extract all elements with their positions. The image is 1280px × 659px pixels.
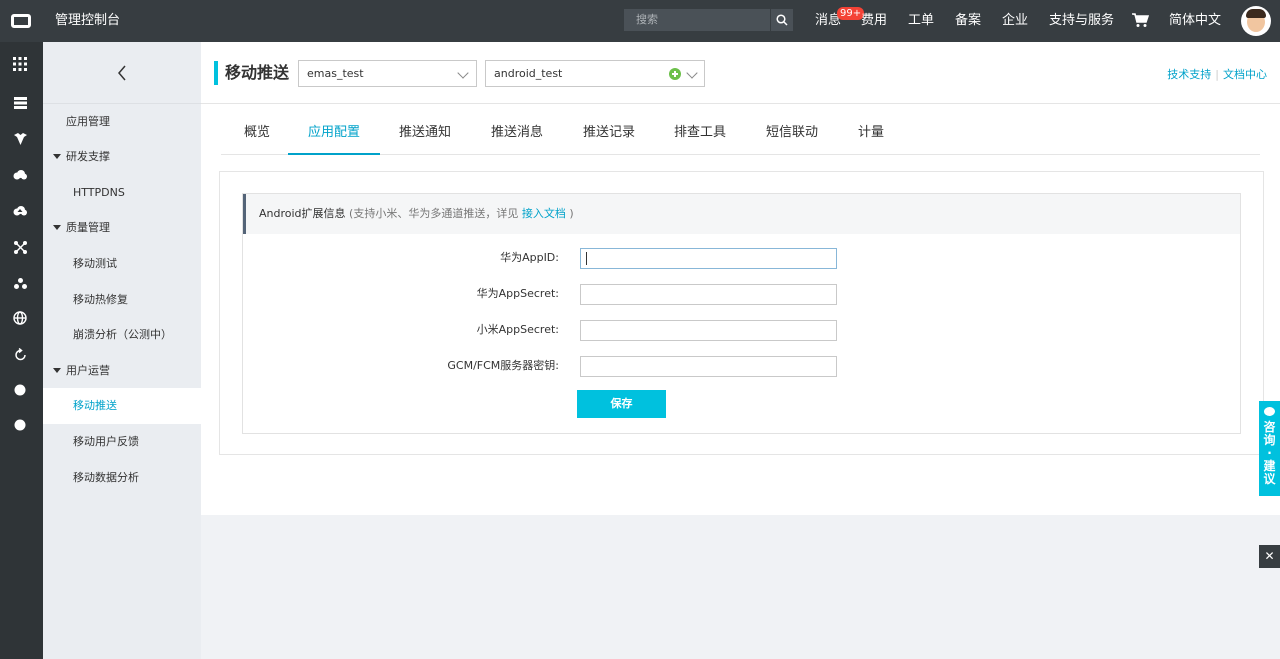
consult-label: 咨询·建议: [1263, 420, 1276, 486]
aliyun-logo-icon[interactable]: [0, 0, 42, 42]
sidebar-item-httpdns[interactable]: HTTPDNS: [43, 175, 201, 211]
tab-troubleshooting[interactable]: 排查工具: [672, 118, 728, 155]
consult-suggest-button[interactable]: 咨询·建议: [1259, 401, 1280, 496]
huawei-appsecret-input[interactable]: [580, 284, 837, 305]
page-header: 移动推送 emas_test android_test 技术支持 | 文档中心: [201, 42, 1280, 104]
sidebar-item-app-management[interactable]: 应用管理: [43, 104, 201, 140]
android-extension-section: Android扩展信息 (支持小米、华为多通道推送，详见 接入文档 ) 华为Ap…: [242, 193, 1241, 434]
dot-icon[interactable]: [12, 417, 28, 433]
icon-rail: [0, 42, 43, 659]
chevron-left-icon: [118, 65, 126, 80]
shield-icon[interactable]: [12, 131, 28, 147]
chat-icon: [1264, 407, 1275, 416]
globe-icon[interactable]: [12, 310, 28, 326]
cross-nodes-icon[interactable]: [12, 239, 28, 255]
huawei-appid-input[interactable]: [580, 248, 837, 269]
list-icon[interactable]: [12, 95, 28, 111]
title-accent-bar: [214, 61, 218, 85]
nav-messages[interactable]: 消息: [815, 0, 841, 42]
section-heading: Android扩展信息 (支持小米、华为多通道推送，详见 接入文档 ): [243, 194, 1240, 234]
integration-doc-link[interactable]: 接入文档: [522, 207, 566, 220]
nav-support[interactable]: 支持与服务: [1049, 0, 1114, 42]
tab-push-records[interactable]: 推送记录: [581, 118, 637, 155]
refresh-icon[interactable]: [12, 346, 28, 362]
project-select[interactable]: emas_test: [298, 60, 477, 87]
search-button[interactable]: [770, 9, 793, 31]
search-input[interactable]: 搜索: [624, 9, 770, 31]
section-title: Android扩展信息: [259, 207, 346, 220]
xiaomi-appsecret-label: 小米AppSecret:: [476, 323, 559, 336]
xiaomi-appsecret-input[interactable]: [580, 320, 837, 341]
nav-enterprise[interactable]: 企业: [1002, 0, 1028, 42]
nav-language[interactable]: 简体中文: [1169, 0, 1221, 42]
tab-sms-linkage[interactable]: 短信联动: [764, 118, 820, 155]
docs-center-link[interactable]: 文档中心: [1223, 68, 1267, 81]
sidebar: 应用管理 研发支撑 HTTPDNS 质量管理 移动测试 移动热修复 崩溃分析（公…: [43, 42, 201, 659]
tab-overview[interactable]: 概览: [242, 118, 272, 155]
config-panel: Android扩展信息 (支持小米、华为多通道推送，详见 接入文档 ) 华为Ap…: [219, 171, 1264, 455]
nav-billing[interactable]: 费用: [861, 0, 887, 42]
text-cursor: [586, 252, 587, 265]
cluster-icon[interactable]: [12, 275, 28, 291]
sidebar-item-user-feedback[interactable]: 移动用户反馈: [43, 424, 201, 460]
tab-bar: 概览 应用配置 推送通知 推送消息 推送记录 排查工具 短信联动 计量: [221, 118, 1260, 155]
huawei-appsecret-label: 华为AppSecret:: [476, 287, 559, 300]
sidebar-item-data-analytics[interactable]: 移动数据分析: [43, 460, 201, 496]
tech-support-link[interactable]: 技术支持: [1167, 68, 1211, 81]
save-button[interactable]: 保存: [577, 390, 666, 418]
nav-icp[interactable]: 备案: [955, 0, 981, 42]
caret-down-icon: [53, 224, 61, 230]
sidebar-group-user-ops[interactable]: 用户运营: [43, 353, 201, 389]
gcm-fcm-key-label: GCM/FCM服务器密钥:: [447, 359, 559, 372]
sidebar-item-mobile-testing[interactable]: 移动测试: [43, 246, 201, 282]
tab-app-config[interactable]: 应用配置: [288, 118, 380, 155]
gcm-fcm-key-input[interactable]: [580, 356, 837, 377]
dot-icon[interactable]: [12, 382, 28, 398]
app-select[interactable]: android_test: [485, 60, 705, 87]
tab-push-notification[interactable]: 推送通知: [397, 118, 453, 155]
chevron-down-icon: [686, 67, 698, 79]
sidebar-group-quality[interactable]: 质量管理: [43, 210, 201, 246]
cloud-up-icon[interactable]: [12, 203, 28, 219]
project-select-value: emas_test: [307, 67, 364, 80]
grid-icon[interactable]: [12, 56, 28, 72]
search-icon: [776, 14, 788, 26]
cart-icon[interactable]: [1131, 12, 1149, 28]
caret-down-icon: [53, 153, 61, 159]
sidebar-item-crash-analysis[interactable]: 崩溃分析（公测中）: [43, 317, 201, 353]
tab-push-message[interactable]: 推送消息: [489, 118, 545, 155]
section-note-prefix: (支持小米、华为多通道推送，详见: [345, 207, 522, 220]
link-separator: |: [1215, 68, 1219, 81]
sidebar-collapse-button[interactable]: [43, 42, 201, 104]
nav-tickets[interactable]: 工单: [908, 0, 934, 42]
huawei-appid-label: 华为AppID:: [500, 251, 559, 264]
page-title: 移动推送: [225, 63, 290, 82]
main-content: 移动推送 emas_test android_test 技术支持 | 文档中心 概览…: [201, 42, 1280, 659]
section-note-suffix: ): [565, 207, 574, 220]
app-select-value: android_test: [494, 67, 563, 80]
tab-metering[interactable]: 计量: [856, 118, 886, 155]
close-icon[interactable]: ✕: [1259, 545, 1280, 568]
caret-down-icon: [53, 367, 61, 373]
status-online-icon: [669, 68, 681, 80]
top-bar: 管理控制台 搜索 消息 99+ 费用 工单 备案 企业 支持与服务 简体中文: [0, 0, 1280, 42]
cloud-icon[interactable]: [12, 167, 28, 183]
header-links: 技术支持 | 文档中心: [1167, 66, 1267, 82]
sidebar-group-dev-support[interactable]: 研发支撑: [43, 139, 201, 175]
sidebar-group-label: 用户运营: [66, 364, 110, 377]
user-avatar[interactable]: [1241, 6, 1271, 36]
sidebar-group-label: 研发支撑: [66, 150, 110, 163]
console-title[interactable]: 管理控制台: [55, 0, 120, 42]
sidebar-group-label: 质量管理: [66, 221, 110, 234]
sidebar-item-hotfix[interactable]: 移动热修复: [43, 282, 201, 318]
sidebar-item-mobile-push[interactable]: 移动推送: [43, 388, 201, 424]
chevron-down-icon: [457, 67, 469, 79]
